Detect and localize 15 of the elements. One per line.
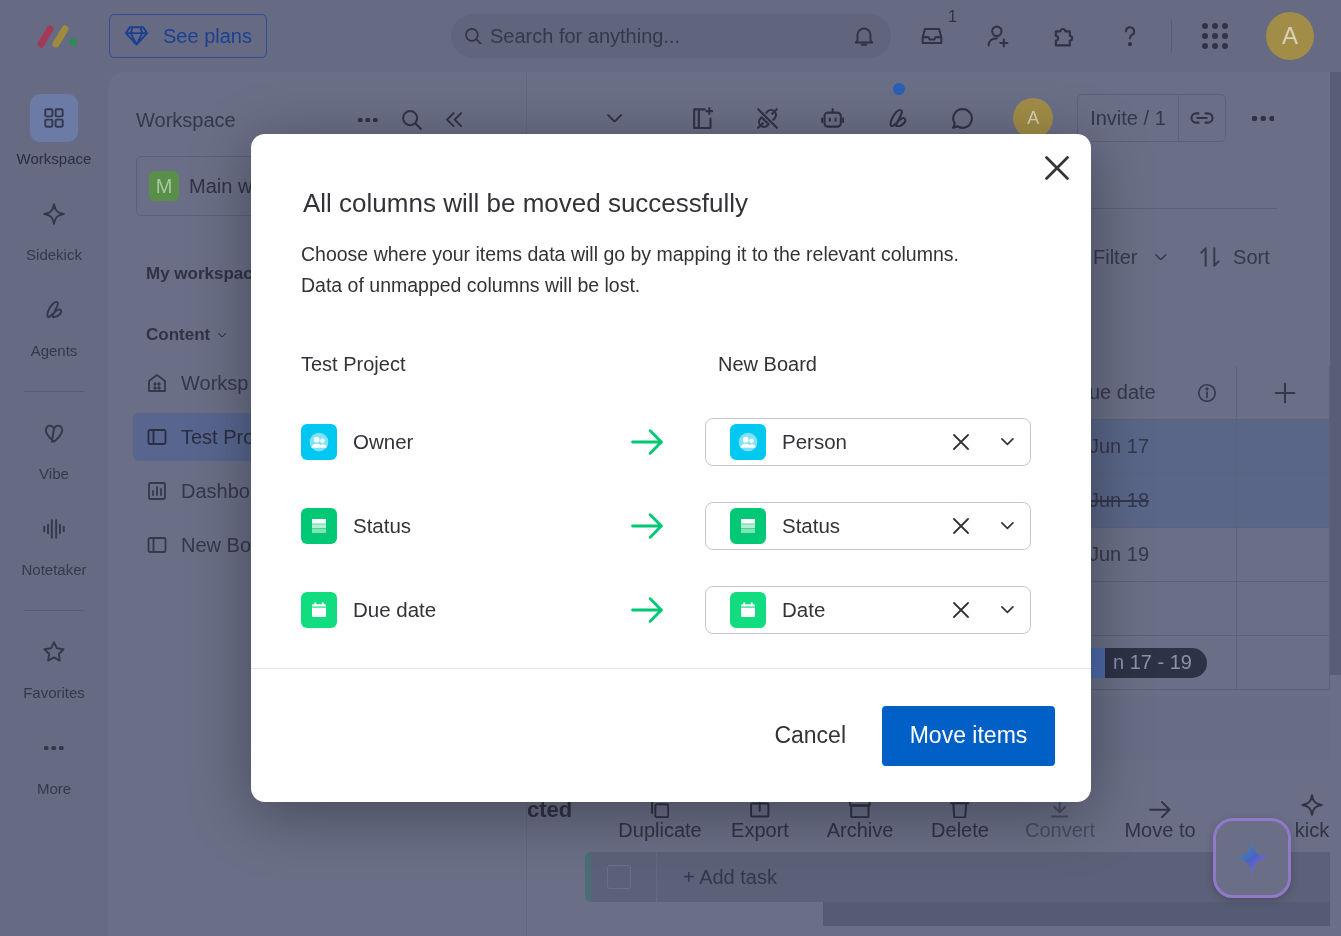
table-cell: Jun 19 — [1089, 543, 1150, 566]
table-cell: Jun 18 — [1089, 489, 1150, 512]
table-cell: Jun 17 — [1089, 435, 1150, 458]
column-name: Owner — [353, 430, 414, 454]
section-title: My workspac — [146, 264, 254, 284]
column-heading: Test Project — [301, 353, 406, 376]
timeline-pill: n 17 - 19 — [1089, 647, 1207, 678]
inbox-count: 1 — [948, 8, 957, 26]
column-heading: New Board — [718, 353, 817, 376]
column-name: Due date — [353, 598, 437, 622]
dialog-text: Data of unmapped columns will be lost. — [301, 273, 641, 298]
panel-title: Workspace — [136, 108, 237, 132]
dialog-text: Choose where your items data will go by mapping it to the relevant columns. — [301, 242, 959, 267]
selected-count: cted — [527, 797, 574, 823]
column-name: Status — [353, 514, 412, 538]
